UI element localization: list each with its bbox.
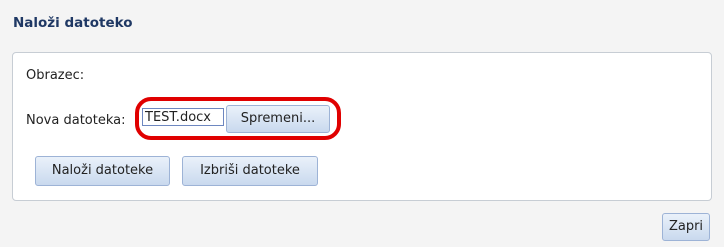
close-button[interactable]: Zapri [662,213,710,241]
upload-files-button[interactable]: Naloži datoteke [35,156,170,186]
dialog-title: Naloži datoteko [13,15,133,31]
file-name-field[interactable]: TEST.docx [142,108,224,126]
delete-files-button[interactable]: Izbriši datoteke [182,156,318,186]
form-label: Obrazec: [26,68,85,83]
change-file-button[interactable]: Spremeni... [226,105,330,133]
upload-form-panel: Obrazec: Nova datoteka: TEST.docx Spreme… [12,52,712,201]
new-file-label: Nova datoteka: [26,113,126,128]
